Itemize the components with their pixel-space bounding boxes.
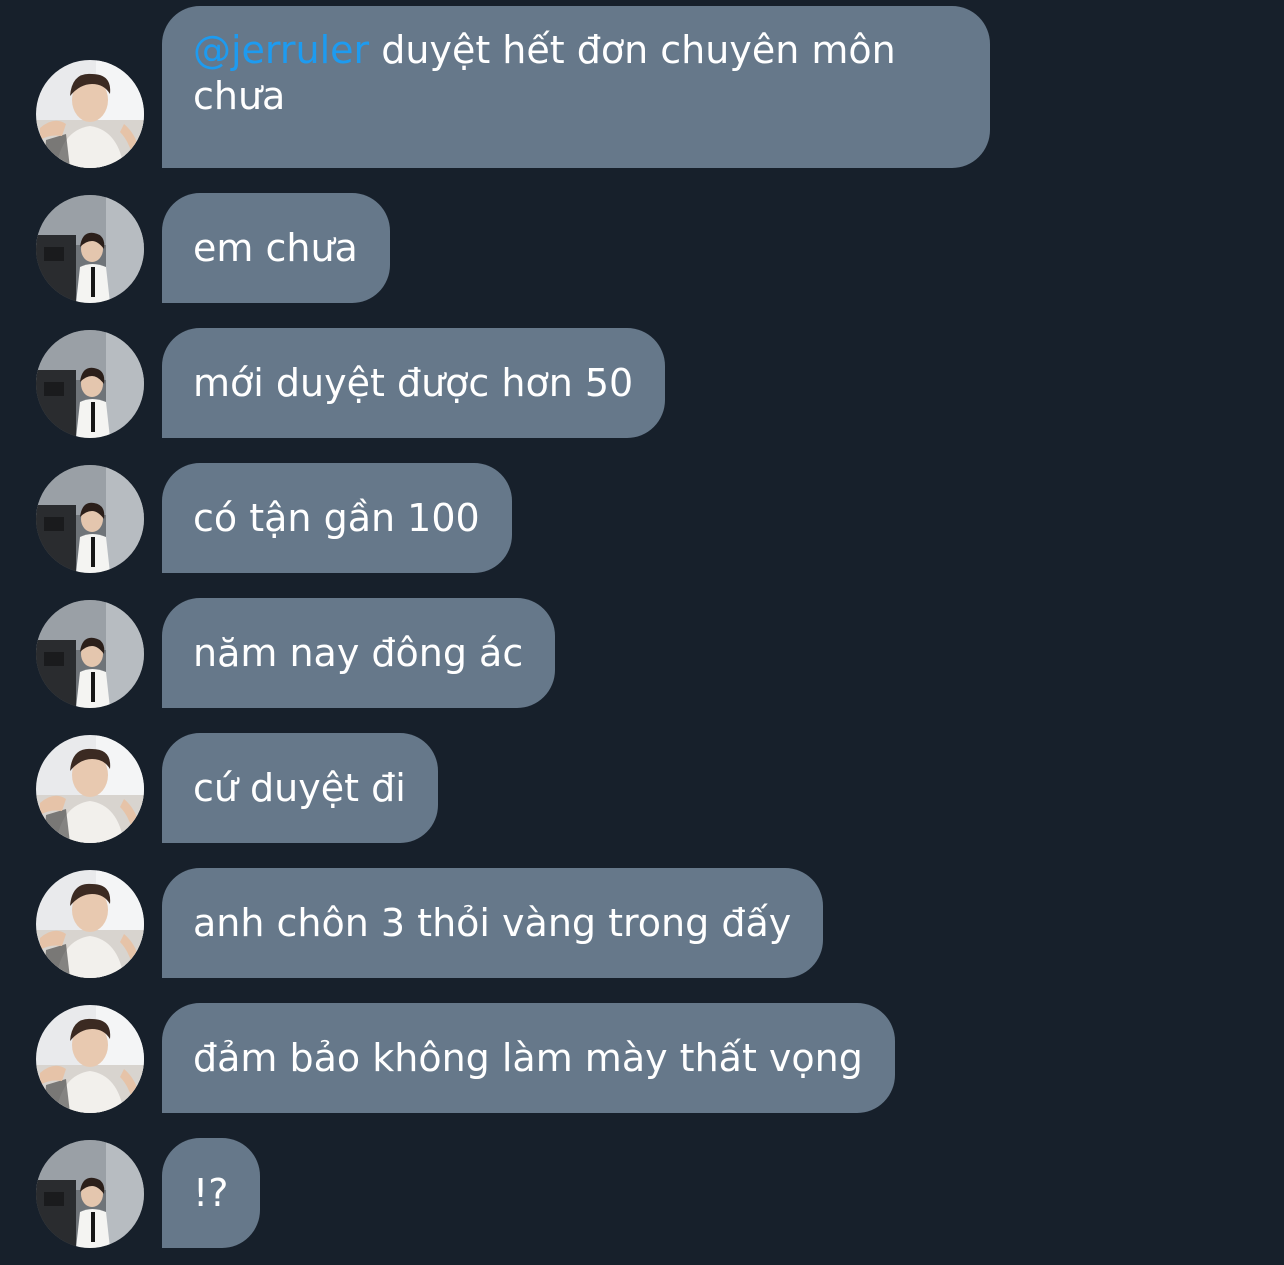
message-row: !? bbox=[0, 1136, 1284, 1248]
avatar[interactable] bbox=[36, 330, 144, 438]
avatar[interactable] bbox=[36, 60, 144, 168]
avatar-a-image bbox=[36, 60, 144, 168]
message-bubble: đảm bảo không làm mày thất vọng bbox=[162, 1003, 895, 1113]
avatar-b-image bbox=[36, 600, 144, 708]
message-text: cứ duyệt đi bbox=[193, 766, 406, 810]
avatar[interactable] bbox=[36, 600, 144, 708]
message-row: đảm bảo không làm mày thất vọng bbox=[0, 1001, 1284, 1113]
message-row: em chưa bbox=[0, 191, 1284, 303]
message-text: anh chôn 3 thỏi vàng trong đấy bbox=[193, 901, 792, 945]
avatar[interactable] bbox=[36, 195, 144, 303]
message-bubble: em chưa bbox=[162, 193, 390, 303]
message-row: anh chôn 3 thỏi vàng trong đấy bbox=[0, 866, 1284, 978]
message-bubble: anh chôn 3 thỏi vàng trong đấy bbox=[162, 868, 824, 978]
message-bubble: năm nay đông ác bbox=[162, 598, 556, 708]
avatar-b-image bbox=[36, 195, 144, 303]
avatar[interactable] bbox=[36, 735, 144, 843]
message-row: có tận gần 100 bbox=[0, 461, 1284, 573]
message-text: có tận gần 100 bbox=[193, 496, 480, 540]
avatar[interactable] bbox=[36, 1140, 144, 1248]
avatar-b-image bbox=[36, 465, 144, 573]
avatar[interactable] bbox=[36, 465, 144, 573]
message-bubble: cứ duyệt đi bbox=[162, 733, 438, 843]
message-text: năm nay đông ác bbox=[193, 631, 524, 675]
avatar[interactable] bbox=[36, 870, 144, 978]
message-bubble: có tận gần 100 bbox=[162, 463, 512, 573]
message-text: đảm bảo không làm mày thất vọng bbox=[193, 1036, 863, 1080]
message-row: @jerruler duyệt hết đơn chuyên môn chưa bbox=[0, 6, 1284, 168]
avatar-a-image bbox=[36, 735, 144, 843]
message-text: em chưa bbox=[193, 226, 358, 270]
message-text: !? bbox=[193, 1171, 229, 1215]
message-row: cứ duyệt đi bbox=[0, 731, 1284, 843]
message-bubble: mới duyệt được hơn 50 bbox=[162, 328, 666, 438]
avatar-a-image bbox=[36, 1005, 144, 1113]
message-bubble: @jerruler duyệt hết đơn chuyên môn chưa bbox=[162, 6, 990, 168]
avatar[interactable] bbox=[36, 1005, 144, 1113]
message-text: mới duyệt được hơn 50 bbox=[193, 361, 634, 405]
message-row: mới duyệt được hơn 50 bbox=[0, 326, 1284, 438]
avatar-b-image bbox=[36, 1140, 144, 1248]
chat-thread: @jerruler duyệt hết đơn chuyên môn chưa … bbox=[0, 0, 1284, 1265]
message-bubble: !? bbox=[162, 1138, 261, 1248]
avatar-a-image bbox=[36, 870, 144, 978]
avatar-b-image bbox=[36, 330, 144, 438]
mention-link[interactable]: @jerruler bbox=[193, 28, 369, 72]
message-row: năm nay đông ác bbox=[0, 596, 1284, 708]
